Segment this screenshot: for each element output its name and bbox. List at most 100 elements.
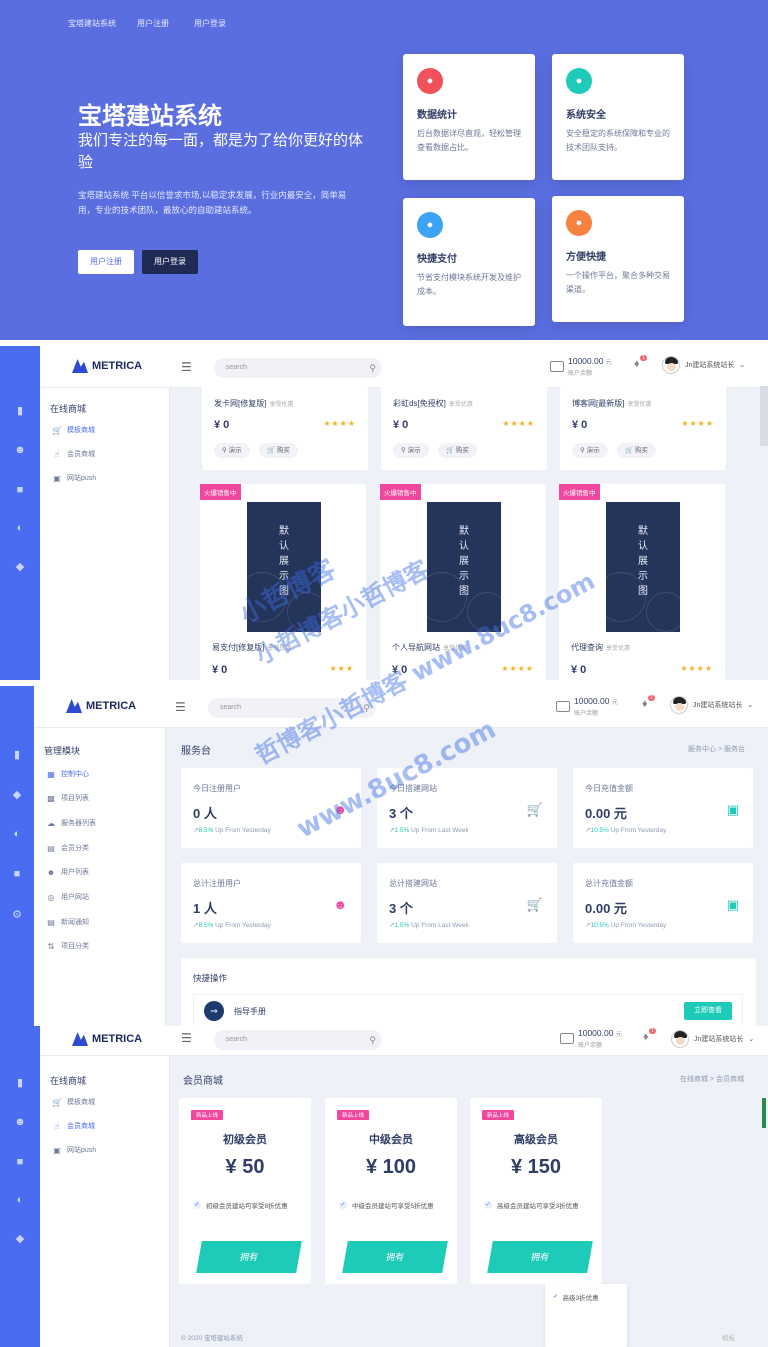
sidebar-item-template-shop[interactable]: 🛒 模板商城 (52, 1097, 95, 1107)
sidebar-item-control[interactable]: ▦ 控制中心 (46, 769, 89, 779)
cart-icon: 🛒 (52, 1097, 62, 1107)
register-button[interactable]: 用户注册 (78, 250, 134, 274)
sidebar-item-template-shop[interactable]: 🛒 模板商城 (52, 425, 95, 435)
sidebar-item-push[interactable]: ▣ 网站push (52, 1145, 96, 1155)
check-icon: ✓ (484, 1201, 492, 1209)
own-button[interactable]: 拥有 (342, 1241, 448, 1273)
pie-icon[interactable]: ◐ (12, 1194, 28, 1208)
sidebar-item-news[interactable]: ▤ 新闻通知 (46, 917, 89, 927)
cart-icon[interactable]: ■ (12, 1156, 28, 1170)
pie-icon[interactable]: ◐ (12, 522, 28, 536)
users-icon[interactable]: ☻ (12, 1116, 28, 1130)
footer-copyright: © 2020 宝塔建站系统 (181, 1335, 243, 1342)
scrollbar[interactable] (762, 1098, 766, 1128)
stat-card: 总计搭建网站 3 个 ↗1.5% Up From Last Week 🛒 (377, 863, 557, 943)
demo-button[interactable]: ⚲ 演示 (214, 443, 250, 458)
tooltip: ✓ 高级3折优惠 (545, 1284, 627, 1347)
user-menu[interactable]: Jn建站系统站长 ⌄ (670, 696, 753, 714)
bell-icon[interactable]: ♦ 1 (634, 355, 647, 370)
sidebar-item-member-class[interactable]: ▤ 会员分类 (46, 843, 89, 853)
layers-icon[interactable]: ◆ (12, 1232, 28, 1246)
bell-icon[interactable]: ♦ 1 (643, 1028, 656, 1043)
cart-icon: 🛒 (52, 425, 62, 435)
quick-actions-title: 快捷操作 (193, 973, 228, 983)
nav-register[interactable]: 用户注册 (137, 18, 169, 29)
search-icon[interactable]: ⚲ (363, 698, 370, 718)
buy-button[interactable]: 🛒 购买 (259, 443, 298, 458)
view-now-button[interactable]: 立即查看 (684, 1002, 732, 1020)
scrollbar[interactable] (760, 386, 768, 446)
sidebar-item-servers[interactable]: ☁ 服务器列表 (46, 818, 96, 828)
plan-price: ¥ 150 (510, 1156, 562, 1178)
chart-icon[interactable]: ▮ (9, 748, 25, 762)
sidebar-item-categories[interactable]: ⇅ 项目分类 (46, 941, 89, 951)
rating-stars: ★★★★ (323, 419, 356, 428)
plan-name: 高级会员 (514, 1134, 558, 1146)
layers-icon[interactable]: ◆ (9, 788, 25, 802)
thumb-icon: ☝ (54, 449, 60, 459)
product-image[interactable]: 默认展示图 (606, 502, 680, 632)
settings-icon[interactable]: ⚙ (9, 908, 25, 922)
sidebar-item-member-shop[interactable]: ☝ 会员商城 (52, 449, 95, 459)
hero-section: 宝塔建站系统 用户注册 用户登录 宝塔建站系统 我们专注的每一面，都是为了给你更… (0, 0, 768, 340)
check-icon: ✓ (339, 1201, 347, 1209)
pie-icon[interactable]: ◐ (9, 828, 25, 842)
footer-right: 模板 (722, 1335, 735, 1342)
chart-icon[interactable]: ▮ (12, 1076, 28, 1090)
layers-icon[interactable]: ◆ (12, 560, 28, 574)
menu-icon[interactable]: ☰ (181, 360, 192, 374)
logo[interactable]: METRICA (72, 359, 142, 373)
users-icon: ☻ (333, 897, 347, 912)
logo[interactable]: METRICA (66, 699, 136, 713)
stat-card: 今日注册用户 0 人 ↗8.5% Up From Yesterday ☻ (181, 768, 361, 848)
sidebar-item-label: 网站push (67, 475, 97, 482)
cart-icon: 🛒 (526, 802, 543, 817)
push-icon: ▣ (53, 473, 61, 483)
buy-button[interactable]: 🛒 购买 (438, 443, 477, 458)
thumb-icon: ● (566, 68, 592, 94)
nav-login[interactable]: 用户登录 (194, 18, 226, 29)
rating-stars: ★★★★ (502, 419, 535, 428)
search-icon[interactable]: ⚲ (369, 358, 376, 378)
cart-icon[interactable]: ■ (9, 868, 25, 882)
login-button[interactable]: 用户登录 (142, 250, 198, 274)
breadcrumb: 服务中心 > 服务台 (688, 746, 745, 753)
buy-button[interactable]: 🛒 购买 (617, 443, 656, 458)
search-input[interactable]: search ⚲ (214, 1030, 382, 1050)
menu-icon[interactable]: ☰ (175, 700, 186, 714)
nav-brand[interactable]: 宝塔建站系统 (68, 18, 116, 29)
check-icon: ✓ (193, 1201, 201, 1209)
menu-icon[interactable]: ☰ (181, 1031, 192, 1045)
grid-icon: ▦ (47, 769, 55, 779)
feature-title: 数据统计 (417, 110, 457, 121)
user-menu[interactable]: Jn建站系统站长 ⌄ (671, 1030, 754, 1048)
push-icon: ▣ (53, 1145, 61, 1155)
thumb-icon: ☝ (54, 1121, 60, 1131)
sidebar-item-projects[interactable]: ▩ 项目列表 (46, 793, 89, 803)
own-button[interactable]: 拥有 (196, 1241, 302, 1273)
sidebar-item-push[interactable]: ▣ 网站push (52, 473, 96, 483)
search-input[interactable]: search ⚲ (208, 698, 376, 718)
sidebar-item-member-shop[interactable]: ☝ 会员商城 (52, 1121, 95, 1131)
demo-button[interactable]: ⚲ 演示 (393, 443, 429, 458)
chart-icon[interactable]: ▮ (12, 404, 28, 418)
page-title: 会员商城 (183, 1076, 223, 1087)
product-image[interactable]: 默认展示图 (247, 502, 321, 632)
search-input[interactable]: search ⚲ (214, 358, 382, 378)
search-icon[interactable]: ⚲ (369, 1030, 376, 1050)
top-bar: METRICA ☰ search ⚲ 10000.00 元账户余额 ♦ 1 Jn建站… (40, 1026, 768, 1056)
demo-button[interactable]: ⚲ 演示 (572, 443, 608, 458)
user-menu[interactable]: Jn建站系统站长 ⌄ (662, 356, 745, 374)
thumb-icon: ● (417, 68, 443, 94)
feature-card-convenient: ● 方便快捷 一个操作平台，聚合多种交易渠道。 (552, 196, 684, 322)
thumb-icon: ● (566, 210, 592, 236)
cart-icon[interactable]: ■ (12, 484, 28, 498)
users-icon[interactable]: ☻ (12, 444, 28, 458)
sidebar-item-sites[interactable]: ◎ 用户网站 (46, 892, 90, 902)
sidebar-item-users[interactable]: ☻ 用户列表 (46, 867, 89, 877)
new-badge: 新品上线 (337, 1110, 370, 1120)
product-image[interactable]: 默认展示图 (427, 502, 501, 632)
own-button[interactable]: 拥有 (487, 1241, 593, 1273)
bell-icon[interactable]: ♦ 1 (642, 695, 655, 710)
logo[interactable]: METRICA (72, 1032, 142, 1046)
